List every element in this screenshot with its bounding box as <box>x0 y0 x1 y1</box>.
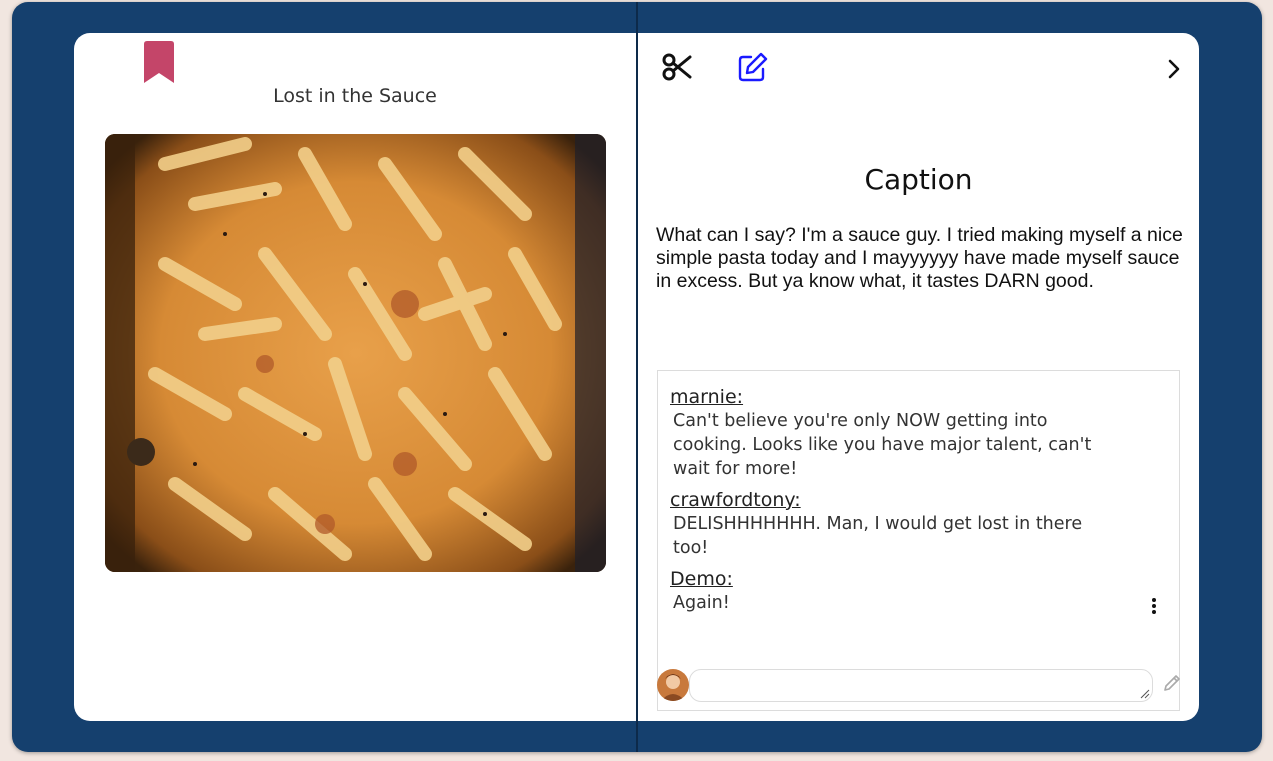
caption-heading: Caption <box>864 163 973 196</box>
comment-item: Demo: Again! <box>670 567 1120 615</box>
chevron-right-icon[interactable] <box>1162 55 1188 83</box>
edit-icon[interactable] <box>737 51 769 83</box>
post-title: Lost in the Sauce <box>273 85 437 107</box>
pencil-icon[interactable] <box>1162 673 1182 693</box>
comment-author-link[interactable]: Demo: <box>670 567 1120 591</box>
pasta-photo <box>105 134 606 572</box>
comment-body: DELISHHHHHHH. Man, I would get lost in t… <box>673 514 1083 558</box>
comment-item: marnie: Can't believe you're only NOW ge… <box>670 385 1120 481</box>
comment-input[interactable] <box>689 669 1153 702</box>
resize-grip-icon[interactable] <box>1140 689 1150 699</box>
comment-body: Again! <box>673 593 730 613</box>
caption-text: What can I say? I'm a sauce guy. I tried… <box>656 224 1183 292</box>
comment-author-link[interactable]: crawfordtony: <box>670 488 1120 512</box>
avatar <box>657 669 689 701</box>
left-page: Lost in the Sauce <box>74 33 636 721</box>
comment-item: crawfordtony: DELISHHHHHHH. Man, I would… <box>670 488 1120 560</box>
more-options-icon[interactable] <box>1147 596 1161 616</box>
scissors-icon[interactable] <box>661 51 693 83</box>
comment-body: Can't believe you're only NOW getting in… <box>673 411 1092 479</box>
comment-author-link[interactable]: marnie: <box>670 385 1120 409</box>
right-page: Caption What can I say? I'm a sauce guy.… <box>638 33 1199 721</box>
bookmark-icon[interactable] <box>142 40 176 85</box>
comments-section: marnie: Can't believe you're only NOW ge… <box>657 370 1180 711</box>
